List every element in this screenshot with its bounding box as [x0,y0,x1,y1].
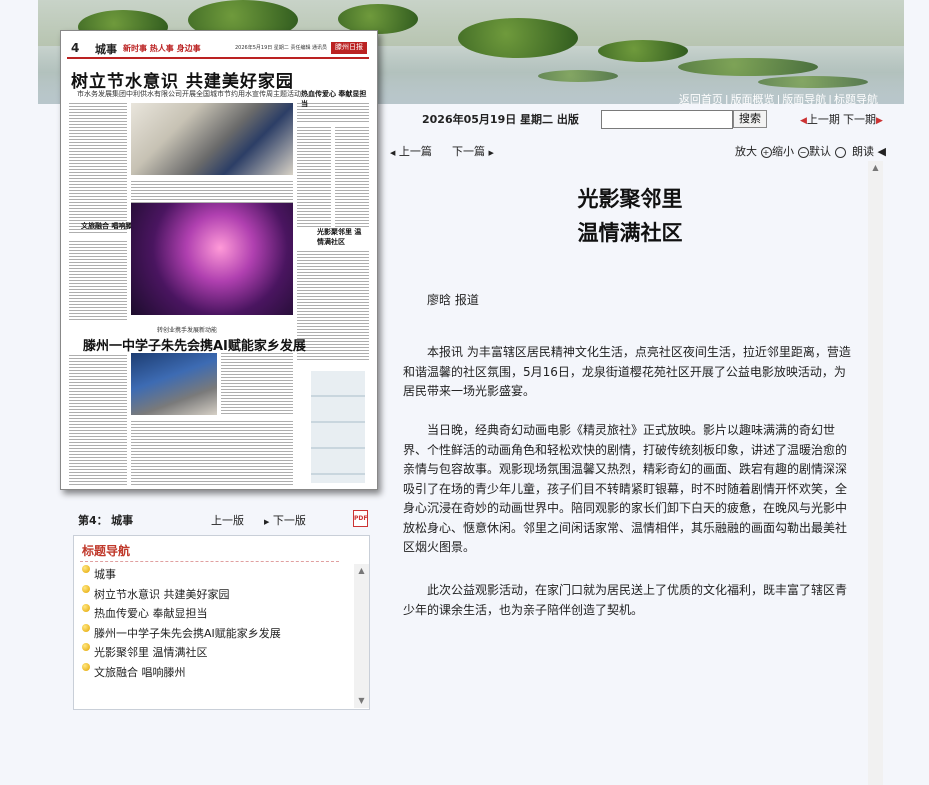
link-home[interactable]: 返回首页 [679,93,723,104]
newspaper-tagline: 新时事 热人事 身边事 [123,44,201,53]
link-page-nav[interactable]: 版面导航 [782,93,826,104]
newspaper-kicker: 转创业携手发展新动能 [157,327,218,334]
newspaper-masthead: 4 城事 新时事 热人事 身边事 2026年5月19日 星期二 责任编辑 通讯员… [67,41,369,59]
prev-page-label: 上一版 [211,514,244,527]
bullet-icon [82,623,90,632]
arrow-left-icon: ◀ [390,149,396,157]
scroll-down-icon[interactable]: ▼ [354,694,369,708]
title-nav-panel: 标题导航 城事 树立节水意识 共建美好家园 热血传爱心 奉献显担当 滕州一中学子… [73,535,370,710]
next-page-label: 下一版 [272,514,306,527]
side-headline-blood[interactable]: 热血传爱心 奉献显担当 [301,89,367,109]
bullet-icon [82,584,90,593]
bullet-icon [82,643,90,651]
next-page-link[interactable]: ▶ 下一版 [264,512,306,528]
play-arrow-icon: ▶ [264,518,270,526]
photo-water-event [131,103,293,175]
link-title-nav[interactable]: 标题导航 [834,93,878,104]
article-byline: 廖晗 报道 [427,293,479,307]
next-article-link[interactable]: 下一篇 ▶ [452,143,494,159]
minus-icon: − [797,146,809,158]
bullet-icon [82,604,90,612]
read-aloud-button[interactable]: 朗读 ◀ [852,143,886,159]
article-paragraph: 当日晚，经典奇幻动画电影《精灵旅社》正式放映。影片以趣味满满的奇幻世界、个性鲜活… [403,423,848,554]
newspaper-page-number: 4 [71,41,80,55]
title-nav-item[interactable]: 树立节水意识 共建美好家园 [82,584,281,606]
newspaper-page-image[interactable]: 4 城事 新时事 热人事 身边事 2026年5月19日 星期二 责任编辑 通讯员… [60,30,378,490]
photo-stage-performance [131,203,293,315]
article-title-line2: 温情满社区 [577,221,683,245]
title-nav-item[interactable]: 城事 [82,565,281,586]
bullet-icon [82,662,90,671]
article-paragraph: 本报讯 为丰富辖区居民精神文化生活，点亮社区夜间生活，拉近邻里距离，营造和谐温馨… [403,345,851,398]
top-links: 返回首页 | 版面概览 | 版面导航 | 标题导航 [678,93,878,104]
search-input[interactable] [601,110,733,129]
title-nav-list: 城事 树立节水意识 共建美好家园 热血传爱心 奉献显担当 滕州一中学子朱先会携A… [82,565,281,684]
title-nav-item[interactable]: 滕州一中学子朱先会携AI赋能家乡发展 [82,623,281,645]
newspaper-date: 2026年5月19日 星期二 责任编辑 通讯员 [235,45,328,51]
search-button[interactable]: 搜索 [733,110,767,128]
zoom-out-button[interactable]: 缩小 − [772,143,809,159]
weather-forecast-panel [311,371,365,483]
prev-issue-link[interactable]: ◀上一期 [800,111,840,127]
article-paragraph: 此次公益观影活动，在家门口就为居民送上了优质的文化福利，既丰富了辖区青少年的课余… [403,583,848,617]
arrow-left-icon: ◀ [800,116,807,126]
title-nav-item[interactable]: 文旅融合 唱响滕州 [82,662,281,684]
prev-article-link[interactable]: ◀ 上一篇 [390,143,432,159]
title-nav-item[interactable]: 光影聚邻里 温情满社区 [82,643,281,664]
page-info-label: 第4： [78,514,108,527]
issue-date: 2026年05月19日 星期二 出版 [422,113,579,126]
zoom-in-button[interactable]: 放大 + [735,143,772,159]
plus-icon: + [760,146,772,158]
newspaper-section: 城事 [95,43,117,56]
newspaper-headline-2[interactable]: 滕州一中学子朱先会携AI赋能家乡发展 [83,335,306,354]
scroll-up-icon[interactable]: ▲ [354,564,369,578]
title-nav-scrollbar[interactable]: ▲ ▼ [354,564,369,708]
page-info: 第4： 城事 [78,512,133,528]
bullet-icon [82,565,90,573]
scroll-up-icon[interactable]: ▲ [868,161,883,175]
newspaper-subheadline: 市水务发展集团中利供水有限公司开展全国城市节约用水宣传周主题活动 [77,90,301,98]
page-info-section: 城事 [111,514,134,527]
default-size-button[interactable]: 默认 [809,143,846,159]
arrow-right-icon: ▶ [488,149,494,157]
prev-page-link[interactable]: 上一版 [211,512,244,528]
newspaper-logo: 滕州日报 [331,42,367,54]
speaker-icon: ◀ [877,145,886,158]
article-title-line1: 光影聚邻里 [577,187,683,211]
article-scrollbar[interactable]: ▲ [868,161,883,785]
next-issue-link[interactable]: 下一期▶ [843,111,883,127]
photo-ai-event [131,353,217,415]
pdf-icon[interactable]: PDF [353,510,368,527]
title-nav-item[interactable]: 热血传爱心 奉献显担当 [82,604,281,625]
arrow-right-icon: ▶ [876,116,883,126]
title-nav-header: 标题导航 [82,544,131,558]
circle-icon [834,146,846,158]
side-headline-film[interactable]: 光影聚邻里 温情满社区 [317,227,367,247]
link-page-overview[interactable]: 版面概览 [731,93,775,104]
